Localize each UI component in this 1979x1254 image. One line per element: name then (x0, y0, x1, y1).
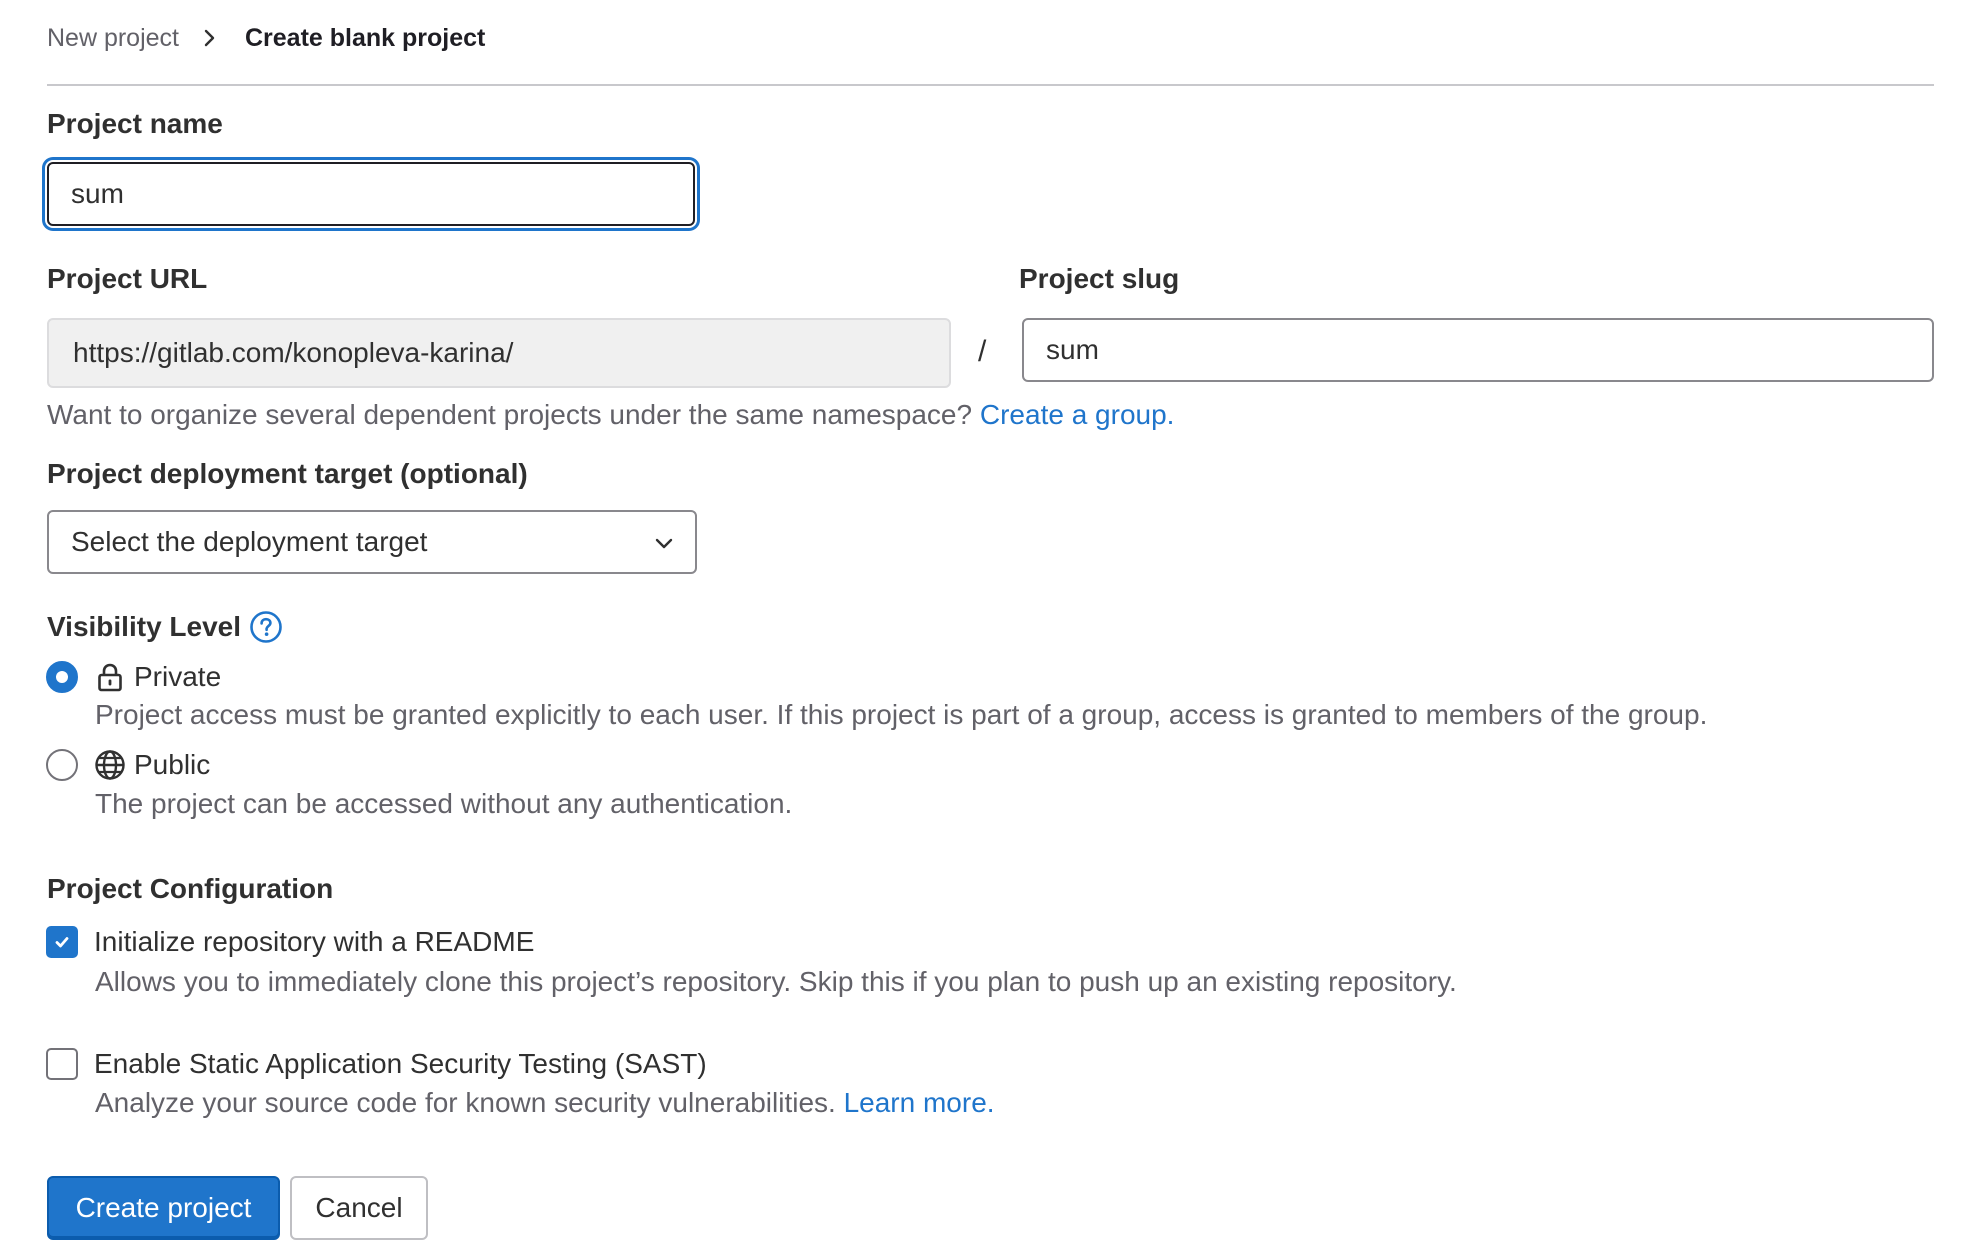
sast-description: Analyze your source code for known secur… (95, 1087, 995, 1119)
public-radio[interactable] (46, 749, 78, 781)
chevron-down-icon (655, 538, 673, 549)
sast-label: Enable Static Application Security Testi… (94, 1048, 707, 1079)
private-label: Private (134, 661, 222, 692)
project-name-input[interactable] (47, 162, 695, 226)
visibility-option-public[interactable]: Public (46, 749, 210, 781)
sast-description-text: Analyze your source code for known secur… (95, 1087, 836, 1118)
public-label: Public (134, 749, 211, 780)
project-configuration-label: Project Configuration (47, 873, 334, 904)
breadcrumb: New project Create blank project (47, 20, 485, 56)
readme-description: Allows you to immediately clone this pro… (95, 966, 1457, 997)
deployment-target-select[interactable]: Select the deployment target (47, 510, 697, 574)
sast-option[interactable]: Enable Static Application Security Testi… (46, 1048, 707, 1080)
checkmark-icon (55, 937, 69, 948)
readme-checkbox[interactable] (46, 926, 78, 958)
group-help-text: Want to organize several dependent proje… (47, 399, 1174, 431)
sast-checkbox[interactable] (46, 1048, 78, 1080)
deployment-target-value: Select the deployment target (71, 526, 428, 557)
private-radio[interactable] (46, 661, 78, 693)
globe-icon (95, 750, 125, 780)
create-group-link[interactable]: Create a group. (980, 399, 1175, 430)
deployment-target-label: Project deployment target (optional) (47, 458, 528, 489)
breadcrumb-current: Create blank project (245, 23, 486, 52)
learn-more-link[interactable]: Learn more. (844, 1087, 995, 1118)
lock-icon (98, 663, 122, 692)
breadcrumb-new-project[interactable]: New project (47, 24, 179, 53)
project-url-namespace[interactable]: https://gitlab.com/konopleva-karina/ (47, 318, 951, 388)
readme-label: Initialize repository with a README (94, 926, 535, 957)
project-name-label: Project name (47, 108, 223, 139)
visibility-heading: Visibility Level (47, 610, 283, 644)
project-slug-label: Project slug (1019, 263, 1180, 294)
group-help-message: Want to organize several dependent proje… (47, 399, 973, 430)
project-url-label: Project URL (47, 263, 208, 294)
question-circle-icon[interactable] (249, 610, 283, 644)
cancel-button[interactable]: Cancel (290, 1176, 428, 1240)
public-description: The project can be accessed without any … (95, 788, 793, 819)
visibility-label: Visibility Level (47, 611, 242, 642)
private-description: Project access must be granted explicitl… (95, 699, 1708, 730)
url-separator: / (978, 335, 987, 368)
header-divider (47, 84, 1934, 86)
project-slug-input[interactable] (1022, 318, 1934, 382)
readme-option[interactable]: Initialize repository with a README (46, 926, 534, 958)
chevron-right-icon (204, 29, 215, 47)
visibility-option-private[interactable]: Private (46, 661, 221, 693)
create-project-button[interactable]: Create project (47, 1176, 280, 1240)
project-url-value: https://gitlab.com/konopleva-karina/ (73, 337, 514, 368)
